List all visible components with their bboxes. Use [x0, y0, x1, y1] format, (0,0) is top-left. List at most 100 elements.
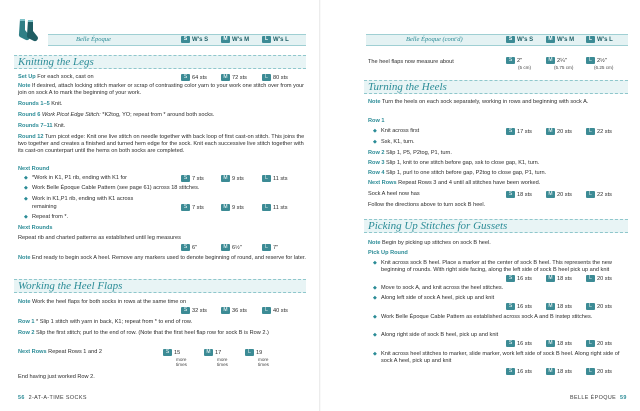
size-badge: S — [181, 307, 190, 314]
size-badge: M — [546, 275, 555, 282]
bullet-repeat-text: Repeat from *. — [32, 214, 69, 220]
gusset-b5-text: Along right side of sock B heel, pick up… — [381, 332, 499, 338]
g6-val-l: L 20 sts — [586, 368, 612, 376]
page-number: 59 — [619, 395, 627, 401]
bullet-cable-text: Work Belle Époque Cable Pattern (see pag… — [32, 185, 200, 191]
left-footer: 56 2-AT-A-TIME SOCKS — [18, 395, 87, 401]
size-badge: S — [506, 191, 515, 198]
note-cast-on: Note If desired, attach locking stitch m… — [18, 83, 305, 96]
size-badge: L — [262, 36, 271, 43]
turn-row-3: Row 3 Slip 1, knit to one stitch before … — [368, 160, 540, 166]
right-page: Belle Époque (cont'd) S W's S M W's M L W's… — [320, 0, 640, 411]
diamond-bullet-icon: ◆ — [24, 214, 28, 220]
size-badge: S — [506, 340, 515, 347]
times-l-unit: more times — [258, 357, 269, 367]
book-section: BELLE ÉPOQUE — [570, 395, 617, 401]
size-badge: L — [262, 74, 271, 81]
gusset-note: Note Begin by picking up stitches on soc… — [368, 240, 491, 246]
rib-val-l: L 11 sts — [262, 175, 288, 183]
heel-now-has: Sock A heel now has — [368, 191, 420, 197]
size-badge: M — [221, 36, 230, 43]
g1-val-s: S 16 sts — [506, 275, 532, 283]
bullet-rib2-remaining: remaining — [32, 204, 57, 210]
turn-row-1-label: Row 1 — [368, 118, 385, 124]
heel-row-1: Row 1 * Slip 1 stitch with yarn in back,… — [18, 319, 193, 325]
size-badge: S — [181, 36, 190, 43]
size-badge: M — [546, 36, 555, 43]
round-12: Round 12 Turn picot edge: Knit one live … — [18, 134, 305, 154]
setup-val-s: S 64 sts — [181, 74, 207, 82]
size-badge: L — [586, 303, 595, 310]
heel-val-l: L 22 sts — [586, 191, 612, 199]
size-badge: S — [506, 275, 515, 282]
size-badge: S — [506, 368, 515, 375]
gusset-b1-text: Knit across sock B heel. Place a marker … — [381, 260, 612, 273]
size-s: S W's S — [506, 36, 533, 43]
size-badge: M — [221, 74, 230, 81]
knit-across-text: Knit across first — [381, 128, 420, 134]
times-m: M 17 — [204, 349, 221, 357]
size-badge: L — [262, 175, 271, 182]
page-number: 56 — [18, 395, 25, 401]
bullet-rib-text: *Work in K1, P1 rib, ending with K1 for — [32, 175, 128, 181]
size-badge: L — [586, 128, 595, 135]
g3-val-l: L 20 sts — [586, 303, 612, 311]
heel-flap-note: Note Work the heel flaps for both socks … — [18, 299, 187, 305]
turning-note: Note Turn the heels on each sock separat… — [368, 99, 589, 105]
turn-row-4: Row 4 Slip 1, purl to one stitch before … — [368, 170, 547, 176]
note-end-ready: Note End ready to begin sock A heel. Rem… — [18, 255, 306, 261]
g6-val-s: S 16 sts — [506, 368, 532, 376]
setup-val-m: M 72 sts — [221, 74, 247, 82]
turn-row-2: Row 2 Slip 1, P5, P2tog, P1, turn. — [368, 150, 452, 156]
size-badge: M — [546, 368, 555, 375]
next-round-label: Next Round — [18, 166, 50, 172]
size-badge: M — [221, 307, 230, 314]
gusset-b6-text: Knit across heel stitches to marker, sli… — [381, 351, 620, 364]
diamond-bullet-icon: ◆ — [373, 314, 377, 320]
g3-val-m: M 18 sts — [546, 303, 572, 311]
rib2-val-m: M9 sts — [221, 204, 244, 212]
round-6: Round 6 Work Picot Edge Stitch: *K2tog, … — [18, 112, 215, 118]
section-title-gussets: Picking Up Stitches for Gussets — [368, 220, 508, 232]
sock-pair-icon — [18, 19, 38, 42]
size-m: M W's M — [221, 36, 249, 43]
ssk-text: Ssk, K1, turn. — [381, 139, 415, 145]
rib-val-m: M9 sts — [221, 175, 244, 183]
g5-val-m: M 18 sts — [546, 340, 572, 348]
size-m: M W's M — [546, 36, 574, 43]
size-l: L W's L — [586, 36, 613, 43]
follow-directions: Follow the directions above to turn sock… — [368, 202, 486, 208]
size-badge: L — [262, 307, 271, 314]
book-title: 2-AT-A-TIME SOCKS — [28, 395, 87, 401]
diamond-bullet-icon: ◆ — [373, 139, 377, 145]
flap-val-s: S 32 sts — [181, 307, 207, 315]
diamond-bullet-icon: ◆ — [373, 351, 377, 357]
measure-l-cm: (6.25 cm) — [594, 65, 614, 70]
size-s: S W's S — [181, 36, 208, 43]
size-badge: M — [221, 175, 230, 182]
measure-s-cm: (5 cm) — [518, 65, 532, 70]
size-badge: L — [262, 244, 271, 251]
times-l: L 19 — [245, 349, 262, 357]
section-title-heel-flaps: Working the Heel Flaps — [18, 280, 123, 292]
diamond-bullet-icon: ◆ — [24, 185, 28, 191]
size-badge: S — [181, 175, 190, 182]
header-title: Belle Époque — [76, 36, 111, 43]
diamond-bullet-icon: ◆ — [373, 285, 377, 291]
heel-val-s: S 18 sts — [506, 191, 532, 199]
turn-val-s: S 17 sts — [506, 128, 532, 136]
size-badge: L — [586, 368, 595, 375]
setup-val-l: L 80 sts — [262, 74, 288, 82]
diamond-bullet-icon: ◆ — [24, 175, 28, 181]
leg-len-m: M 6½" — [221, 244, 242, 252]
section-title-turning-heels: Turning the Heels — [368, 81, 447, 93]
diamond-bullet-icon: ◆ — [373, 295, 377, 301]
rib2-val-l: L 11 sts — [262, 204, 288, 212]
rib2-val-s: S7 sts — [181, 204, 204, 212]
gusset-b4-text: Work Belle Époque Cable Pattern as estab… — [381, 314, 593, 320]
header-band: Belle Époque S W's S M W's M L W's L — [48, 34, 306, 46]
heel-end-text: End having just worked Row 2. — [18, 374, 95, 380]
gusset-b3-text: Along left side of sock A heel, pick up … — [381, 295, 495, 301]
heel-val-m: M 20 sts — [546, 191, 572, 199]
bullet-rib2-text: Work in K1,P1 rib, ending with K1 across — [32, 196, 134, 202]
